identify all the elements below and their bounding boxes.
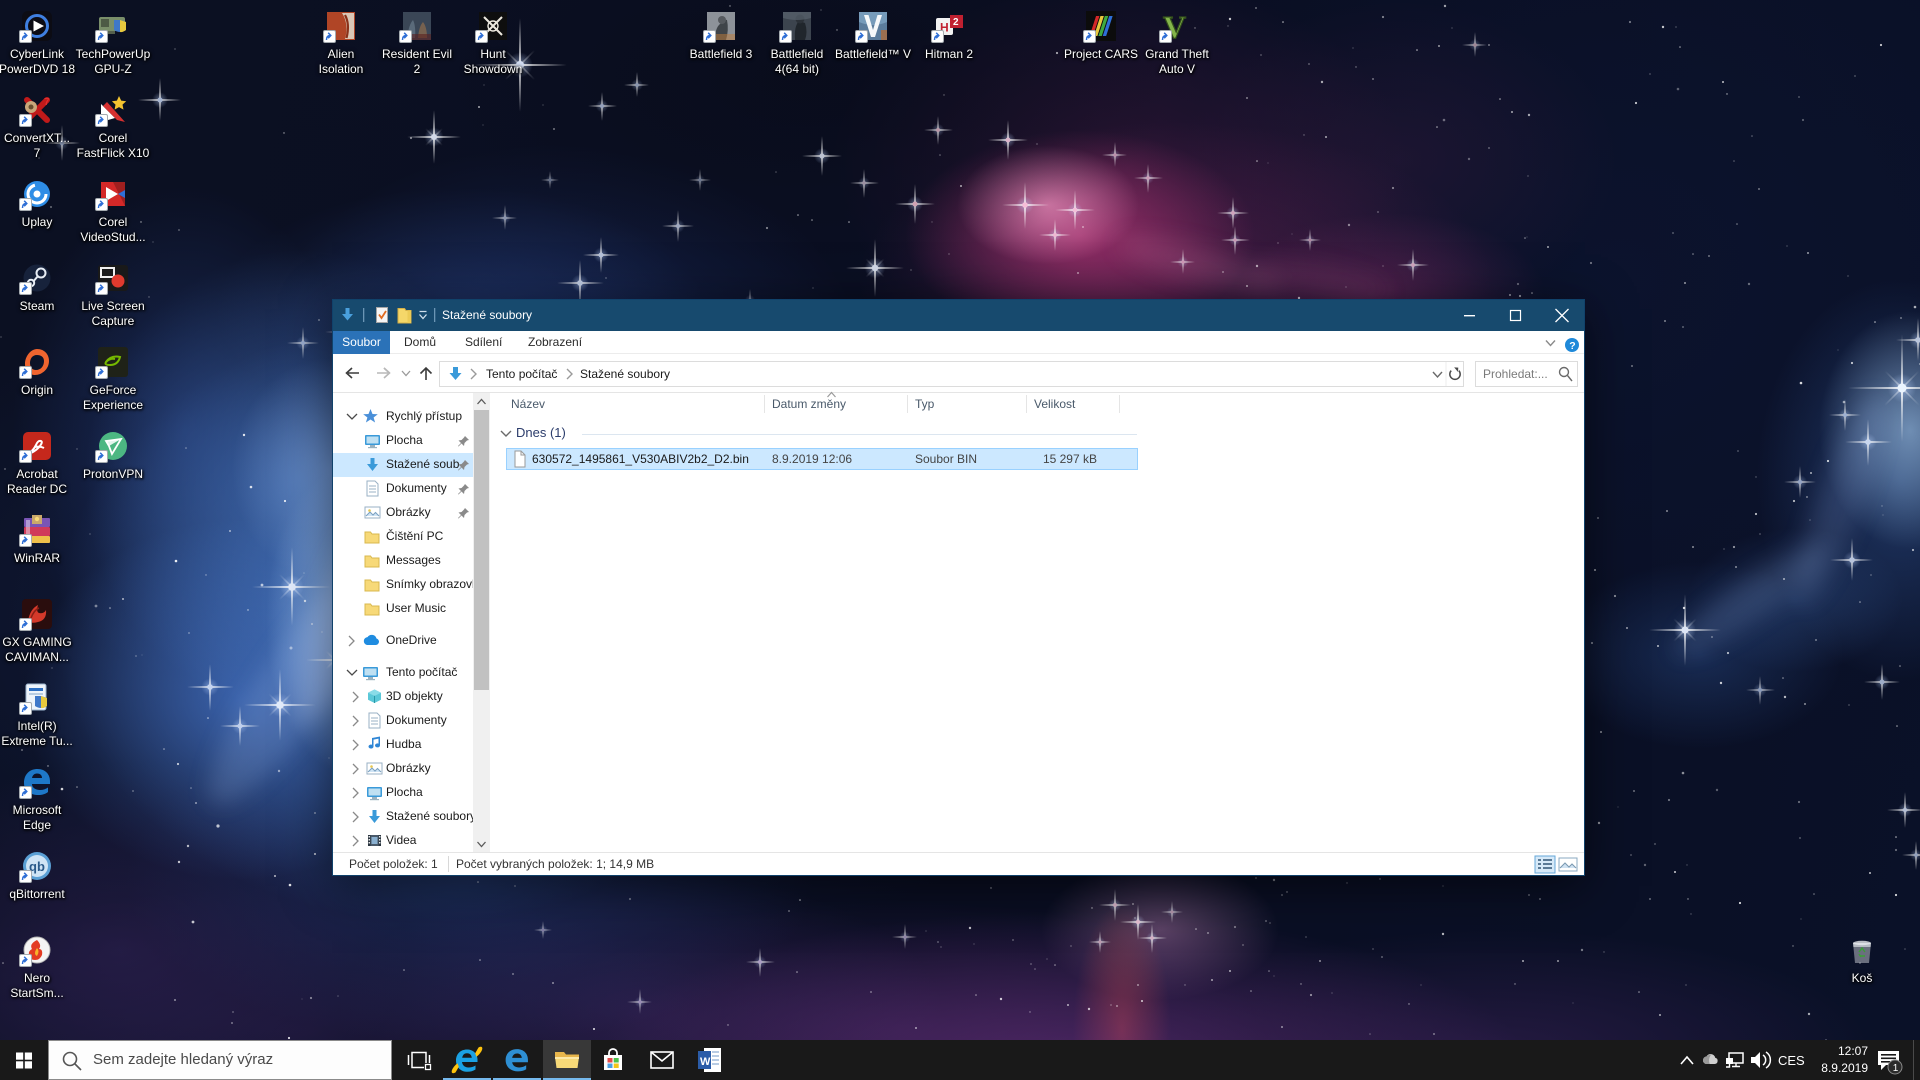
svg-text:7: 7: [44, 97, 50, 108]
svg-text:W: W: [700, 1056, 711, 1068]
svg-text:?: ?: [1569, 340, 1575, 352]
svg-text:1: 1: [1893, 1063, 1899, 1074]
svg-text:2: 2: [953, 17, 959, 28]
